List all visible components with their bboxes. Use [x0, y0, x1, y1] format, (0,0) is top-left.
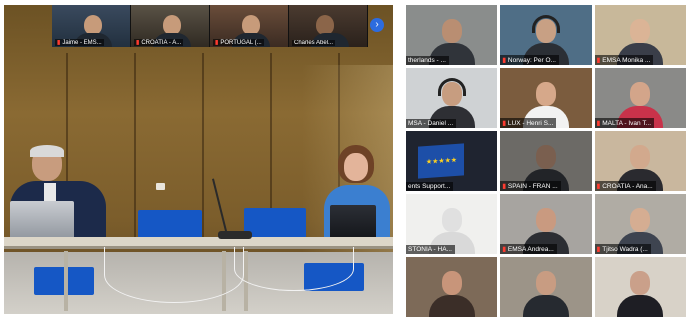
speaker-view: ▮ Jaime - EMS... ▮ CROATIA - A... ▮ PORTUGA… — [4, 5, 393, 314]
mic-muted-icon: ▮ — [502, 120, 506, 127]
participant-name: EMSA Andrea... — [507, 246, 554, 253]
mic-muted-icon: ▮ — [502, 183, 506, 190]
wall-panel-seam — [202, 53, 204, 244]
participant-head — [163, 15, 181, 35]
participant-tile[interactable]: ★ ★ ★ ★ ★ ents Support... — [406, 131, 498, 191]
participant-tile[interactable]: therlands - ... — [406, 5, 498, 65]
participant-tile[interactable] — [406, 257, 498, 317]
participant-face — [535, 82, 556, 106]
participant-thumbnail-strip: ▮ Jaime - EMS... ▮ CROATIA - A... ▮ PORTUGA… — [52, 5, 368, 47]
eu-flag-icon: ★ ★ ★ ★ ★ — [418, 143, 464, 179]
participant-tile[interactable]: MSA - Daniel ... — [406, 68, 498, 128]
participant-name: LUX - Henri S... — [507, 120, 554, 127]
chevron-right-icon: › — [375, 19, 379, 30]
microphone — [211, 178, 228, 236]
participant-face — [630, 19, 651, 43]
participant-tile[interactable]: ▮ EMSA Monika ... — [594, 5, 686, 65]
participant-tile[interactable]: ▮ Tjitso Wadra (... — [594, 194, 686, 254]
participant-tile[interactable] — [594, 257, 686, 317]
participant-thumbnail[interactable]: ▮ CROATIA - A... — [131, 5, 210, 47]
mic-muted-icon: ▮ — [136, 40, 140, 46]
mic-muted-icon: ▮ — [502, 57, 506, 64]
mic-muted-icon: ▮ — [57, 40, 61, 46]
participant-face — [630, 208, 651, 232]
microphone-base — [218, 231, 252, 239]
participant-tile[interactable]: ▮ Norway: Per O... — [500, 5, 592, 65]
participant-head — [84, 15, 102, 35]
participant-head — [316, 15, 334, 35]
participant-tile[interactable]: ▮ CROATIA - Ana... — [594, 131, 686, 191]
mic-muted-icon: ▮ — [596, 183, 601, 190]
participant-face — [441, 208, 462, 232]
headset-icon — [531, 15, 560, 33]
headset-icon — [437, 78, 466, 96]
participant-name-label: STONIA - HA... — [406, 245, 455, 254]
participant-name-label: ▮ Jaime - EMS... — [55, 39, 104, 46]
cable — [234, 247, 354, 291]
mic-muted-icon: ▮ — [215, 40, 219, 46]
participant-name: MALTA - Ivan T... — [602, 120, 652, 127]
participant-name: Tjitso Wadra (... — [602, 246, 648, 253]
participant-name-label: ▮ CROATIA - A... — [134, 39, 184, 46]
participant-thumbnail[interactable]: ▮ PORTUGAL (... — [210, 5, 289, 47]
participant-face — [441, 19, 462, 43]
wall-outlet — [156, 183, 165, 190]
participant-name-label: ents Support... — [406, 182, 454, 191]
chair — [244, 208, 306, 240]
participant-name-label: ▮ LUX - Henri S... — [500, 118, 557, 128]
participant-tile[interactable] — [500, 257, 592, 317]
participant-name: SPAIN - FRAN ... — [507, 183, 558, 190]
participant-face — [441, 271, 462, 295]
participant-name: therlands - ... — [408, 57, 446, 64]
participant-face — [630, 145, 651, 169]
mic-muted-icon: ▮ — [596, 120, 601, 127]
laptop — [10, 201, 74, 241]
cable — [104, 247, 244, 303]
participant-name-label: ▮ MALTA - Ivan T... — [594, 118, 655, 128]
participant-name-label: ▮ SPAIN - FRAN ... — [500, 181, 561, 191]
participant-name: Norway: Per O... — [507, 57, 556, 64]
laptop — [330, 205, 376, 239]
mic-muted-icon: ▮ — [502, 246, 506, 253]
participant-name: ents Support... — [408, 183, 451, 190]
participant-body — [522, 295, 569, 317]
participant-face — [535, 208, 556, 232]
participant-name-label: ▮ PORTUGAL (... — [213, 39, 264, 46]
participant-name: MSA - Daniel ... — [408, 120, 454, 127]
participant-face — [630, 82, 651, 106]
participant-face — [630, 271, 651, 295]
participant-body — [617, 295, 664, 317]
participant-tile[interactable]: STONIA - HA... — [406, 194, 498, 254]
participant-name-label: Charles Abel... — [292, 40, 336, 46]
participant-name: EMSA Monika ... — [602, 57, 651, 64]
participant-thumbnail[interactable]: ▮ Jaime - EMS... — [52, 5, 131, 47]
participant-name-label: therlands - ... — [406, 56, 449, 65]
participant-name: STONIA - HA... — [408, 246, 452, 253]
next-page-button[interactable]: › — [370, 18, 384, 32]
participant-tile[interactable]: ▮ SPAIN - FRAN ... — [500, 131, 592, 191]
participant-name-label: ▮ Norway: Per O... — [500, 55, 559, 65]
participant-tile[interactable]: ▮ MALTA - Ivan T... — [594, 68, 686, 128]
mic-muted-icon: ▮ — [596, 57, 601, 64]
table-leg — [64, 251, 68, 311]
participant-head — [242, 15, 260, 35]
participant-body — [428, 295, 475, 317]
participant-thumbnail[interactable]: Charles Abel... — [289, 5, 368, 47]
participant-name-label: ▮ EMSA Andrea... — [500, 244, 557, 254]
participant-name-label: MSA - Daniel ... — [406, 119, 457, 128]
mic-muted-icon: ▮ — [596, 246, 601, 253]
participant-name-label: ▮ EMSA Monika ... — [594, 55, 654, 65]
participant-name-label: ▮ CROATIA - Ana... — [594, 181, 656, 191]
participant-tile[interactable]: ▮ EMSA Andrea... — [500, 194, 592, 254]
gallery-view: therlands - ... ▮ Norway: Per O... ▮ EMSA Mo… — [406, 5, 686, 317]
participant-tile[interactable]: ▮ LUX - Henri S... — [500, 68, 592, 128]
participant-name-label: ▮ Tjitso Wadra (... — [594, 244, 651, 254]
participant-face — [535, 271, 556, 295]
wall-panel-seam — [134, 53, 136, 244]
participant-name: CROATIA - Ana... — [602, 183, 653, 190]
participant-face — [535, 145, 556, 169]
